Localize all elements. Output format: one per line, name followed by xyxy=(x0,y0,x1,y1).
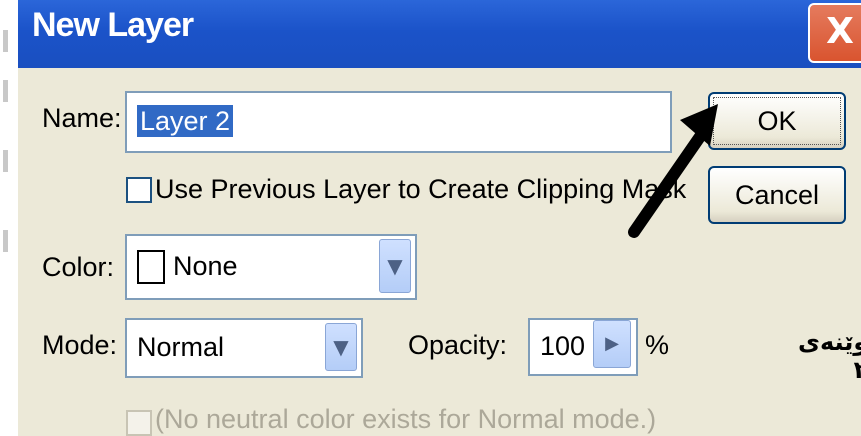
annotation-arrow xyxy=(628,104,718,238)
arrow-shaft xyxy=(628,122,712,238)
